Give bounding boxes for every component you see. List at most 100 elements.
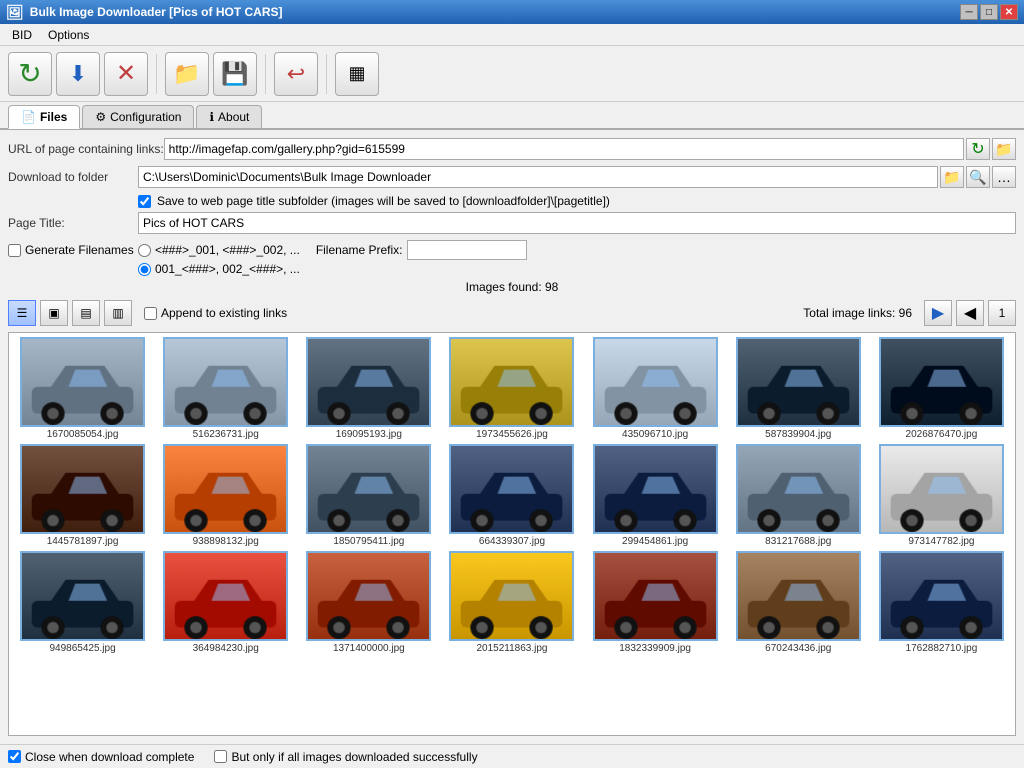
view-details-btn[interactable]: ☰ xyxy=(8,300,36,326)
image-cell[interactable]: 1670085054.jpg xyxy=(13,337,152,440)
image-filename: 831217688.jpg xyxy=(765,536,831,547)
only-if-success-checkbox[interactable] xyxy=(214,750,227,763)
image-filename: 2015211863.jpg xyxy=(476,643,547,654)
only-if-success-label: But only if all images downloaded succes… xyxy=(231,750,477,764)
image-grid: 1670085054.jpg 516236731.jpg 169095193.jpg… xyxy=(9,333,1015,658)
folder-btn[interactable]: 📁 xyxy=(165,52,209,96)
tab-files[interactable]: 📄 Files xyxy=(8,105,80,129)
generate-filenames-checkbox[interactable] xyxy=(8,244,21,257)
images-found-text: Images found: 98 xyxy=(466,280,559,294)
download-folder-btn[interactable]: 📁 xyxy=(940,166,964,188)
toolbar-sep-3 xyxy=(326,54,327,94)
filename-opt1-row: <###>_001, <###>_002, ... xyxy=(138,243,300,257)
toolbar-sep-1 xyxy=(156,54,157,94)
minimize-btn[interactable]: ─ xyxy=(960,4,978,20)
bottombar: Close when download complete But only if… xyxy=(0,744,1024,768)
url-input[interactable] xyxy=(164,138,964,160)
image-cell[interactable]: 938898132.jpg xyxy=(156,444,295,547)
image-cell[interactable]: 299454861.jpg xyxy=(586,444,725,547)
save-subfolder-row: Save to web page title subfolder (images… xyxy=(8,194,1016,208)
image-cell[interactable]: 1850795411.jpg xyxy=(299,444,438,547)
image-filename: 1832339909.jpg xyxy=(619,643,691,654)
view-medium-btn[interactable]: ▤ xyxy=(72,300,100,326)
page-title-input[interactable] xyxy=(138,212,1016,234)
grid-view-btn[interactable]: ▦ xyxy=(335,52,379,96)
append-checkbox-row: Append to existing links xyxy=(144,306,287,320)
filename-prefix-input[interactable] xyxy=(407,240,527,260)
refresh-btn[interactable]: ↻ xyxy=(8,52,52,96)
titlebar: 🖼 Bulk Image Downloader [Pics of HOT CAR… xyxy=(0,0,1024,24)
image-cell[interactable]: 1973455626.jpg xyxy=(442,337,581,440)
url-folder-btn[interactable]: 📁 xyxy=(992,138,1016,160)
download-folder-row: Download to folder 📁 🔍 … xyxy=(8,166,1016,188)
append-label-text: Append to existing links xyxy=(161,306,287,320)
download-search-btn[interactable]: 🔍 xyxy=(966,166,990,188)
tab-about[interactable]: ℹ About xyxy=(196,105,262,128)
url-row: URL of page containing links: ↻ 📁 xyxy=(8,138,1016,160)
view-large-btn[interactable]: ▥ xyxy=(104,300,132,326)
prev-page-btn[interactable]: ◀ xyxy=(956,300,984,326)
image-filename: 435096710.jpg xyxy=(622,429,688,440)
page-title-label: Page Title: xyxy=(8,216,138,230)
image-cell[interactable]: 949865425.jpg xyxy=(13,551,152,654)
image-cell[interactable]: 2026876470.jpg xyxy=(872,337,1011,440)
image-filename: 1850795411.jpg xyxy=(333,536,404,547)
save-btn[interactable]: 💾 xyxy=(213,52,257,96)
image-cell[interactable]: 670243436.jpg xyxy=(729,551,868,654)
image-cell[interactable]: 587839904.jpg xyxy=(729,337,868,440)
app-icon: 🖼 xyxy=(6,4,24,21)
image-cell[interactable]: 664339307.jpg xyxy=(442,444,581,547)
view-small-btn[interactable]: ▣ xyxy=(40,300,68,326)
config-tab-icon: ⚙ xyxy=(95,110,106,124)
generate-filenames-label: Generate Filenames xyxy=(25,243,134,257)
image-cell[interactable]: 364984230.jpg xyxy=(156,551,295,654)
toolbar: ↻ ⬇ ✕ 📁 💾 ↩ ▦ xyxy=(0,46,1024,102)
maximize-btn[interactable]: □ xyxy=(980,4,998,20)
filename-prefix-label: Filename Prefix: xyxy=(316,243,403,257)
filename-option1-radio[interactable] xyxy=(138,244,151,257)
download-label: Download to folder xyxy=(8,170,138,184)
image-cell[interactable]: 831217688.jpg xyxy=(729,444,868,547)
config-tab-label: Configuration xyxy=(110,110,181,124)
image-cell[interactable]: 516236731.jpg xyxy=(156,337,295,440)
image-filename: 299454861.jpg xyxy=(622,536,688,547)
image-cell[interactable]: 1832339909.jpg xyxy=(586,551,725,654)
image-cell[interactable]: 1762882710.jpg xyxy=(872,551,1011,654)
close-complete-label: Close when download complete xyxy=(25,750,194,764)
tab-configuration[interactable]: ⚙ Configuration xyxy=(82,105,194,128)
close-window-btn[interactable]: ✕ xyxy=(1000,4,1018,20)
save-subfolder-checkbox[interactable] xyxy=(138,195,151,208)
image-cell[interactable]: 1445781897.jpg xyxy=(13,444,152,547)
image-filename: 938898132.jpg xyxy=(193,536,259,547)
menu-options[interactable]: Options xyxy=(40,26,97,44)
image-filename: 670243436.jpg xyxy=(765,643,831,654)
image-cell[interactable]: 1371400000.jpg xyxy=(299,551,438,654)
about-tab-label: About xyxy=(218,110,249,124)
image-grid-container[interactable]: 1670085054.jpg 516236731.jpg 169095193.jpg… xyxy=(8,332,1016,736)
titlebar-controls[interactable]: ─ □ ✕ xyxy=(960,4,1018,20)
download-queue-btn[interactable]: ▶ xyxy=(924,300,952,326)
tabbar: 📄 Files ⚙ Configuration ℹ About xyxy=(0,102,1024,130)
page-indicator-btn[interactable]: 1 xyxy=(988,300,1016,326)
download-more-btn[interactable]: … xyxy=(992,166,1016,188)
cancel-btn[interactable]: ✕ xyxy=(104,52,148,96)
filename-opt2-row: 001_<###>, 002_<###>, ... xyxy=(8,262,1016,276)
menu-bid[interactable]: BID xyxy=(4,26,40,44)
image-cell[interactable]: 169095193.jpg xyxy=(299,337,438,440)
close-complete-checkbox[interactable] xyxy=(8,750,21,763)
image-cell[interactable]: 973147782.jpg xyxy=(872,444,1011,547)
filename-option2-label: 001_<###>, 002_<###>, ... xyxy=(155,262,300,276)
image-cell[interactable]: 2015211863.jpg xyxy=(442,551,581,654)
download-input[interactable] xyxy=(138,166,938,188)
image-filename: 664339307.jpg xyxy=(479,536,545,547)
filename-option2-radio[interactable] xyxy=(138,263,151,276)
image-cell[interactable]: 435096710.jpg xyxy=(586,337,725,440)
undo-btn[interactable]: ↩ xyxy=(274,52,318,96)
download-btn[interactable]: ⬇ xyxy=(56,52,100,96)
image-filename: 169095193.jpg xyxy=(336,429,402,440)
titlebar-left: 🖼 Bulk Image Downloader [Pics of HOT CAR… xyxy=(6,4,282,21)
url-refresh-btn[interactable]: ↻ xyxy=(966,138,990,160)
image-filename: 2026876470.jpg xyxy=(906,429,978,440)
append-checkbox[interactable] xyxy=(144,307,157,320)
image-filename: 1670085054.jpg xyxy=(47,429,119,440)
